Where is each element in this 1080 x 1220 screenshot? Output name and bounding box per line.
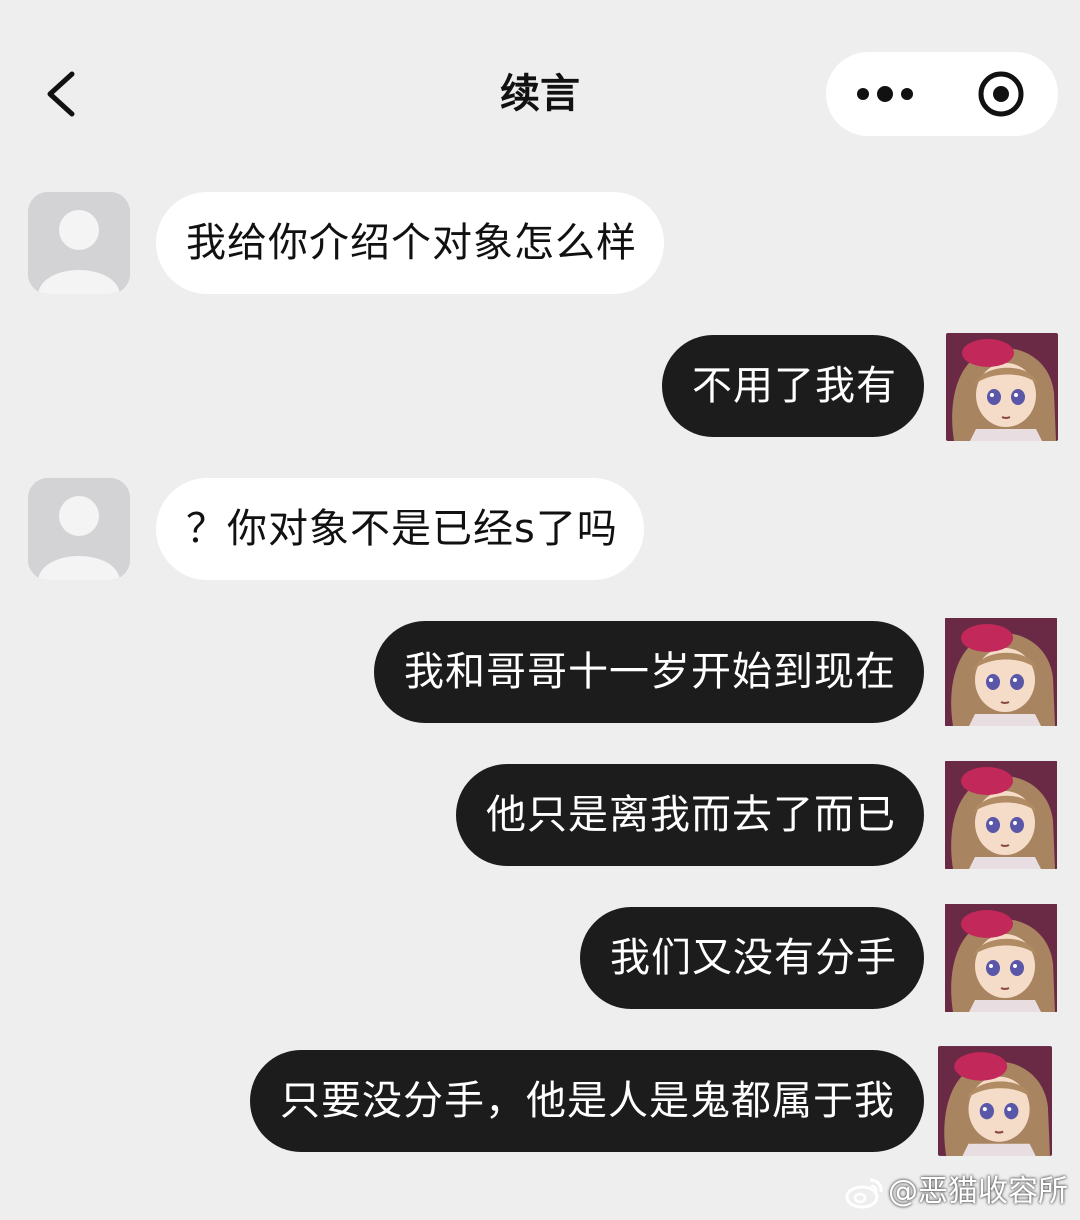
weibo-icon	[845, 1178, 883, 1208]
top-bar: 续言	[0, 0, 1080, 185]
close-button[interactable]	[966, 64, 1036, 124]
message-bubble: 他只是离我而去了而已	[456, 764, 924, 866]
anime-girl-avatar-icon	[945, 761, 1057, 869]
anime-avatar[interactable]	[944, 761, 1058, 869]
person-silhouette-icon	[28, 478, 130, 580]
message-bubble: 只要没分手，他是人是鬼都属于我	[250, 1050, 924, 1152]
message-bubble: ？你对象不是已经s了吗	[156, 478, 644, 580]
anime-girl-avatar-icon	[938, 1046, 1052, 1156]
watermark-text: @恶猫收容所	[888, 1174, 1068, 1209]
message-bubble: 我和哥哥十一岁开始到现在	[374, 621, 924, 723]
anime-girl-avatar-icon	[946, 333, 1058, 441]
default-avatar[interactable]	[28, 478, 130, 580]
more-dots-icon	[857, 86, 913, 102]
default-avatar[interactable]	[28, 192, 130, 294]
mini-program-capsule	[826, 52, 1058, 136]
anime-avatar[interactable]	[944, 904, 1058, 1012]
anime-avatar[interactable]	[946, 333, 1058, 441]
target-circle-icon	[978, 71, 1024, 117]
anime-girl-avatar-icon	[945, 904, 1057, 1012]
more-button[interactable]	[848, 66, 928, 122]
message-bubble: 我们又没有分手	[580, 907, 924, 1009]
watermark: @恶猫收容所	[844, 1170, 1068, 1214]
person-silhouette-icon	[28, 192, 130, 294]
anime-avatar[interactable]	[938, 1046, 1052, 1156]
message-bubble: 我给你介绍个对象怎么样	[156, 192, 664, 294]
anime-girl-avatar-icon	[945, 618, 1057, 726]
message-bubble: 不用了我有	[662, 335, 924, 437]
anime-avatar[interactable]	[944, 618, 1058, 726]
